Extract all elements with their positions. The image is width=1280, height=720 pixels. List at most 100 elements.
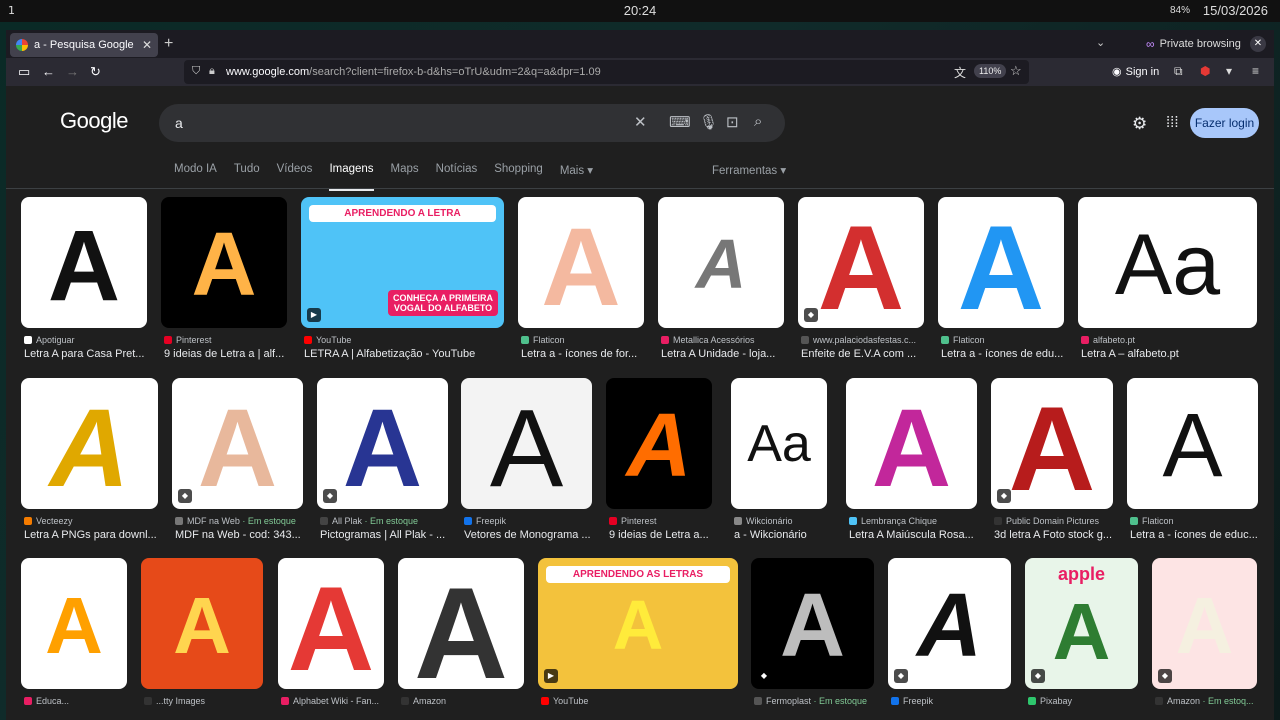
tab-tudo[interactable]: Tudo — [234, 163, 260, 191]
result-source[interactable]: Freepik — [891, 696, 1014, 706]
result-source[interactable]: MDF na Web · Em estoque — [175, 516, 306, 526]
browser-tab[interactable]: a - Pesquisa Google ✕ — [10, 33, 158, 57]
result-source[interactable]: Amazon · Em estoq... — [1155, 696, 1260, 706]
keyboard-icon[interactable]: ⌨ — [669, 113, 691, 131]
result-source[interactable]: Apotiguar — [24, 335, 150, 345]
url-bar[interactable]: ⛉ 🔒︎ www.google.com/search?client=firefo… — [184, 60, 1029, 84]
search-box[interactable]: a ✕ ⌨ 🎙︎ ⊡ ⌕ — [159, 104, 785, 142]
search-input[interactable]: a — [175, 115, 183, 131]
result-source[interactable]: Pixabay — [1028, 696, 1141, 706]
shield-icon[interactable]: ⛉ — [192, 65, 200, 78]
result-title[interactable]: LETRA A | Alfabetização - YouTube — [304, 348, 507, 360]
result-source[interactable]: Fermoplast · Em estoque — [754, 696, 877, 706]
result-title[interactable]: a - Wikcionário — [734, 529, 830, 541]
bookmark-star-icon[interactable]: ☆ — [1010, 63, 1022, 79]
image-result-thumbnail[interactable]: A ◆ — [172, 378, 303, 509]
lens-icon[interactable]: ⊡ — [726, 113, 739, 131]
tab-modo-ia[interactable]: Modo IA — [174, 163, 217, 191]
image-result-thumbnail[interactable]: A — [518, 197, 644, 328]
image-result-thumbnail[interactable]: A ◆ — [317, 378, 448, 509]
login-button[interactable]: Fazer login — [1190, 108, 1259, 138]
back-icon[interactable]: ← — [42, 64, 55, 79]
result-title[interactable]: Letra A para Casa Pret... — [24, 348, 150, 360]
result-source[interactable]: Freepik — [464, 516, 595, 526]
image-result-thumbnail[interactable]: A — [21, 197, 147, 328]
image-result-thumbnail[interactable]: A — [21, 558, 127, 689]
result-source[interactable]: Public Domain Pictures — [994, 516, 1116, 526]
image-result-thumbnail[interactable]: A — [606, 378, 712, 509]
image-result-thumbnail[interactable]: A — [1127, 378, 1258, 509]
reload-icon[interactable]: ↻ — [90, 64, 101, 80]
result-source[interactable]: Vecteezy — [24, 516, 161, 526]
image-result-thumbnail[interactable]: A — [161, 197, 287, 328]
result-source[interactable]: www.palaciodasfestas.c... — [801, 335, 927, 345]
tab-maps[interactable]: Maps — [391, 163, 419, 191]
result-source[interactable]: Pinterest — [164, 335, 290, 345]
result-title[interactable]: Pictogramas | All Plak - ... — [320, 529, 451, 541]
result-title[interactable]: Letra A Maiúscula Rosa... — [849, 529, 980, 541]
search-icon[interactable]: ⌕ — [754, 113, 762, 130]
sidebar-icon[interactable]: ▭ — [18, 64, 30, 80]
result-title[interactable]: MDF na Web - cod: 343... — [175, 529, 306, 541]
image-result-thumbnail[interactable]: A ◆ — [991, 378, 1113, 509]
extensions-icon[interactable]: ⧉ — [1174, 64, 1183, 79]
result-source[interactable]: Pinterest — [609, 516, 715, 526]
result-title[interactable]: Letra a - ícones de for... — [521, 348, 647, 360]
ublock-icon[interactable]: ⬢ — [1200, 64, 1210, 78]
google-logo[interactable]: Google — [60, 108, 128, 134]
image-result-thumbnail[interactable]: A — [658, 197, 784, 328]
result-source[interactable]: Lembrança Chique — [849, 516, 980, 526]
tab-videos[interactable]: Vídeos — [277, 163, 313, 191]
mic-icon[interactable]: 🎙︎ — [699, 113, 718, 131]
image-result-thumbnail[interactable]: A ◆ — [888, 558, 1011, 689]
image-result-thumbnail[interactable]: A ◆ — [798, 197, 924, 328]
result-title[interactable]: Letra a - ícones de edu... — [941, 348, 1067, 360]
result-source[interactable]: All Plak · Em estoque — [320, 516, 451, 526]
image-result-thumbnail[interactable]: A — [461, 378, 592, 509]
result-title[interactable]: Vetores de Monograma ... — [464, 529, 595, 541]
tools-button[interactable]: Ferramentas ▾ — [712, 163, 786, 177]
result-title[interactable]: 9 ideias de Letra a... — [609, 529, 715, 541]
image-result-thumbnail[interactable]: A — [278, 558, 384, 689]
close-tab-icon[interactable]: ✕ — [142, 38, 152, 52]
image-result-thumbnail[interactable]: A — [21, 378, 158, 509]
image-result-thumbnail[interactable]: A — [141, 558, 263, 689]
result-source[interactable]: Wikcionário — [734, 516, 830, 526]
result-title[interactable]: Letra A – alfabeto.pt — [1081, 348, 1260, 360]
image-result-thumbnail[interactable]: APRENDENDO A LETRA CONHEÇA A PRIMEIRA VOG… — [301, 197, 504, 328]
result-source[interactable]: alfabeto.pt — [1081, 335, 1260, 345]
image-result-thumbnail[interactable]: APRENDENDO AS LETRAS A ▶ — [538, 558, 738, 689]
toolbar-extension-icon[interactable]: ▾ — [1226, 64, 1232, 78]
result-source[interactable]: Educa... — [24, 696, 130, 706]
apps-grid-icon[interactable]: ⁞⁞⁞ — [1166, 114, 1179, 131]
translate-icon[interactable]: 文 — [954, 64, 966, 81]
result-title[interactable]: Letra A Unidade - loja... — [661, 348, 787, 360]
image-result-thumbnail[interactable]: Aa — [731, 378, 827, 509]
result-source[interactable]: Alphabet Wiki - Fan... — [281, 696, 387, 706]
clear-icon[interactable]: ✕ — [634, 113, 647, 131]
sign-in-button[interactable]: ◉ Sign in — [1112, 65, 1159, 79]
tab-mais[interactable]: Mais ▾ — [560, 163, 593, 191]
result-title[interactable]: 3d letra A Foto stock g... — [994, 529, 1116, 541]
image-result-thumbnail[interactable]: A — [846, 378, 977, 509]
image-result-thumbnail[interactable]: A — [938, 197, 1064, 328]
image-result-thumbnail[interactable]: A — [398, 558, 524, 689]
image-result-thumbnail[interactable]: Aa — [1078, 197, 1257, 328]
clock[interactable]: 20:24 — [0, 3, 1280, 18]
tab-shopping[interactable]: Shopping — [494, 163, 543, 191]
result-source[interactable]: Flaticon — [1130, 516, 1261, 526]
result-source[interactable]: Metallica Acessórios — [661, 335, 787, 345]
settings-gear-icon[interactable]: ⚙ — [1132, 114, 1147, 134]
tab-noticias[interactable]: Notícias — [436, 163, 478, 191]
result-title[interactable]: 9 ideias de Letra a | alf... — [164, 348, 290, 360]
result-title[interactable]: Letra a - ícones de educ... — [1130, 529, 1261, 541]
result-source[interactable]: Amazon — [401, 696, 527, 706]
image-result-thumbnail[interactable]: A ◆ — [1152, 558, 1257, 689]
chevron-down-icon[interactable]: ⌄ — [1096, 36, 1105, 49]
close-window-icon[interactable]: ✕ — [1250, 36, 1266, 52]
tab-imagens[interactable]: Imagens — [329, 163, 374, 191]
image-result-thumbnail[interactable]: apple A ◆ — [1025, 558, 1138, 689]
result-source[interactable]: ...tty Images — [144, 696, 266, 706]
lock-icon[interactable]: 🔒︎ — [209, 65, 215, 78]
zoom-level[interactable]: 110% — [974, 64, 1007, 78]
